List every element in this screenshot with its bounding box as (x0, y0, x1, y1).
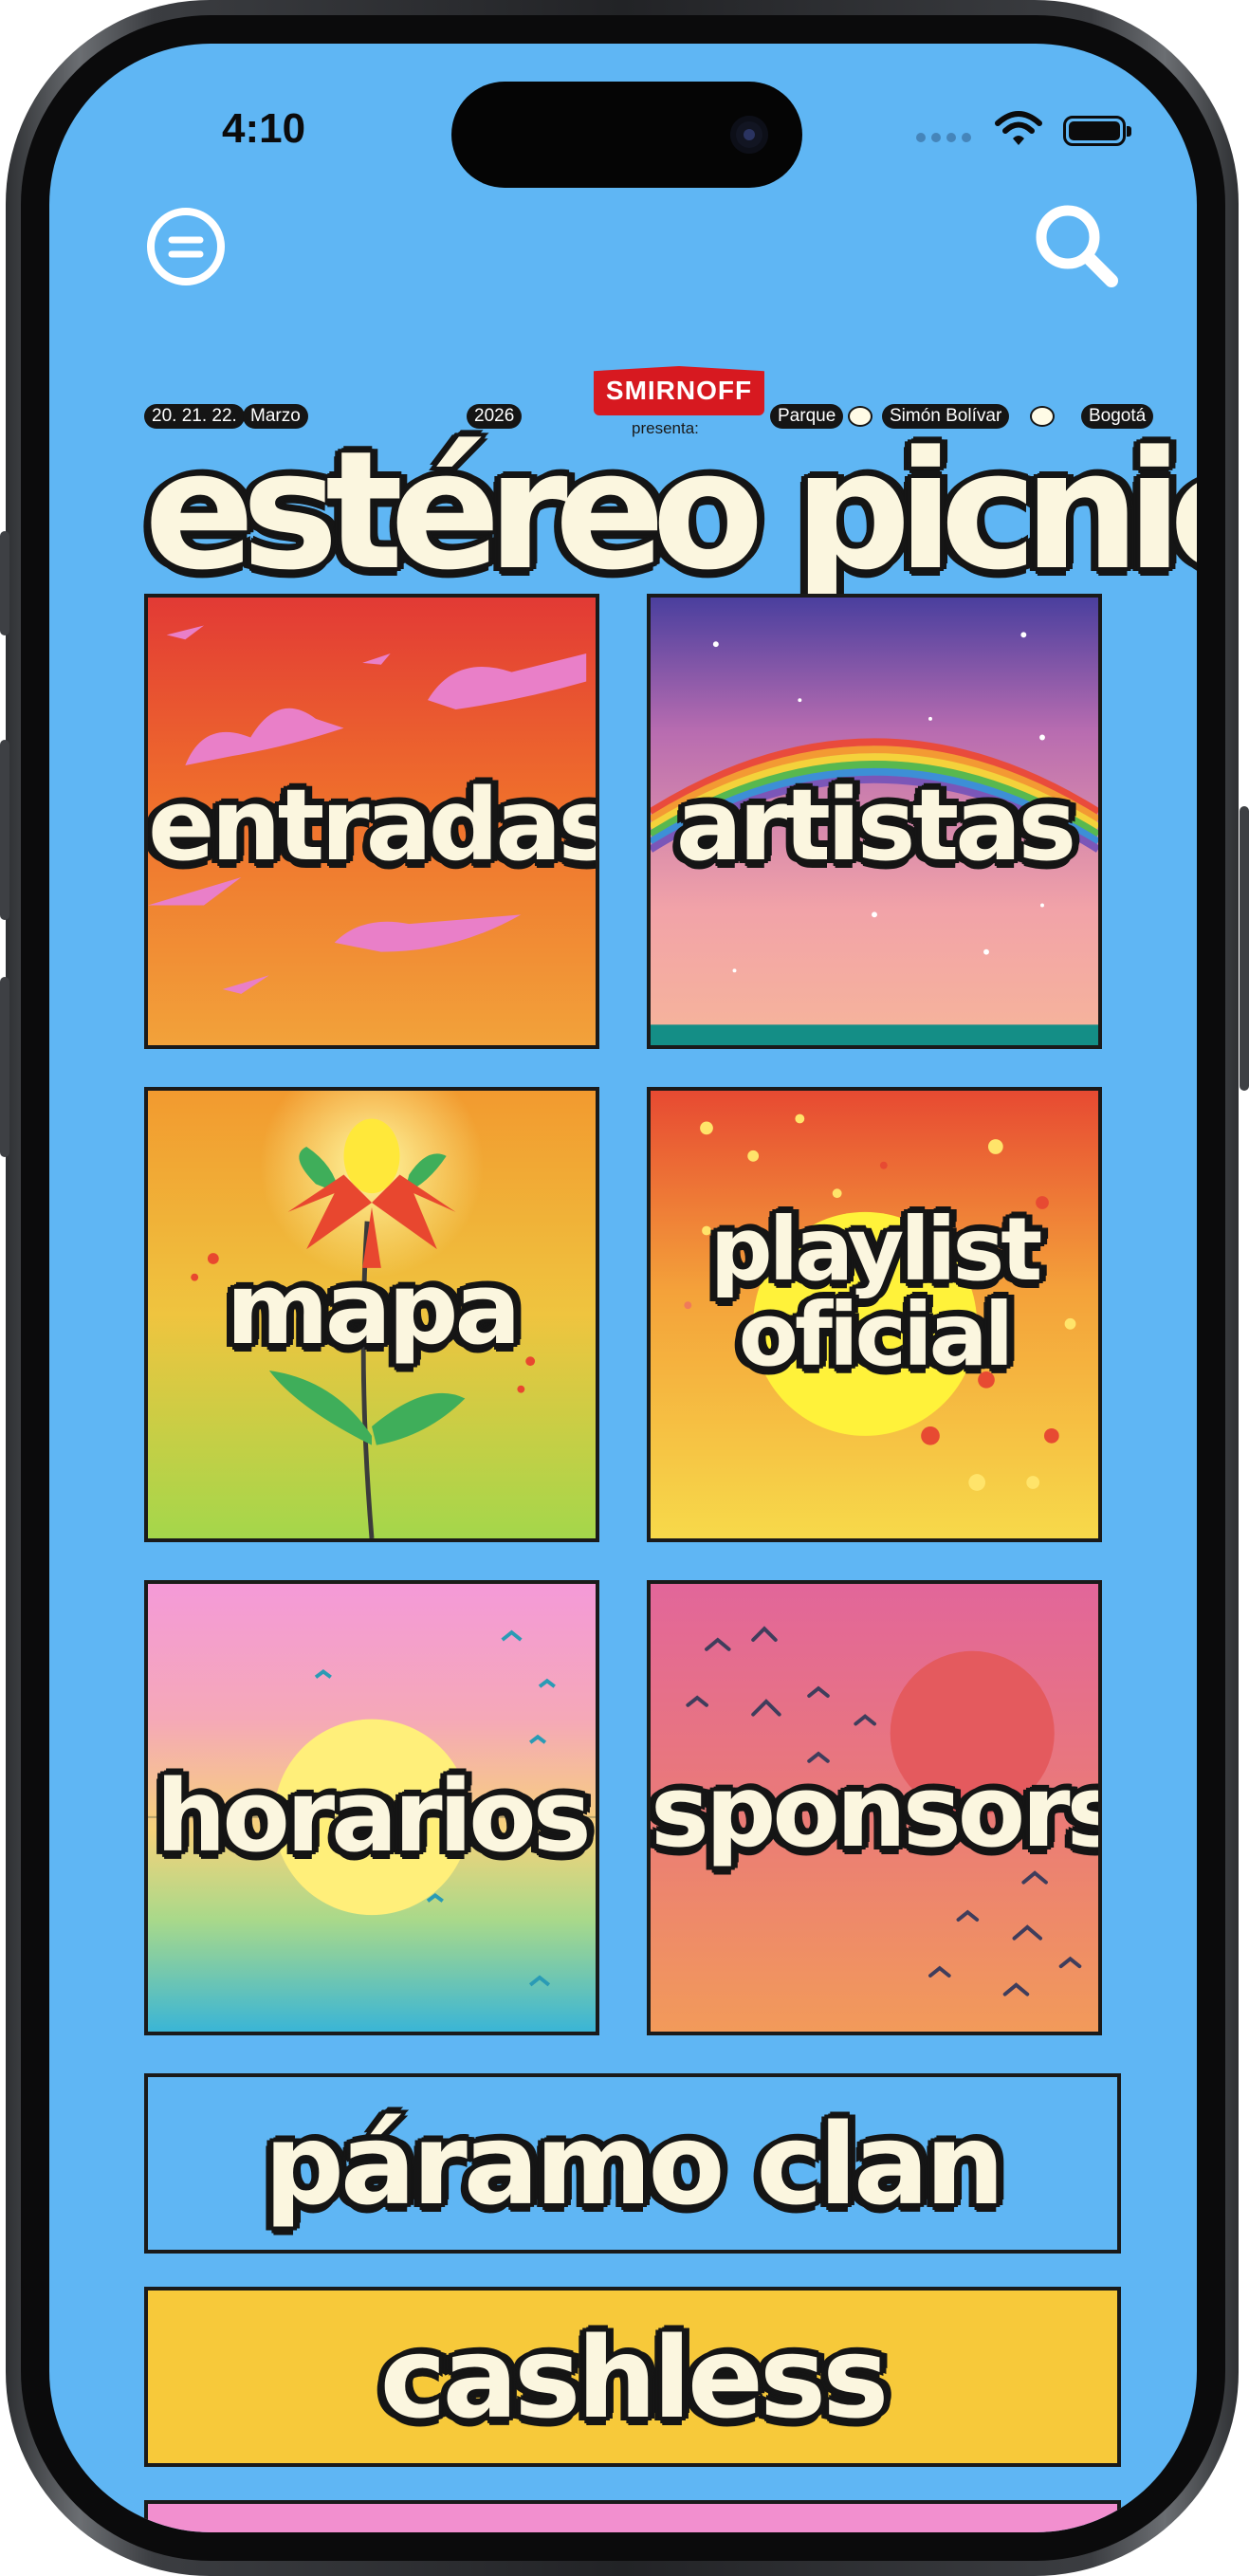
front-camera (730, 116, 768, 154)
cashless-button[interactable]: cashless (144, 2287, 1121, 2467)
side-button-power (1240, 806, 1249, 1091)
sponsor-logo: SMIRNOFF (594, 366, 764, 415)
app-screen: 4:10 20. 21. 22. Marzo 2026 SMIRNOFF pre… (49, 44, 1197, 2532)
tile-horarios[interactable]: horarios (144, 1580, 599, 2035)
tile-label-oficial: oficial (738, 1284, 1014, 1386)
tile-entradas[interactable]: entradas (144, 594, 599, 1049)
menu-icon[interactable] (144, 205, 228, 288)
tile-playlist-oficial[interactable]: playlist oficial (647, 1087, 1102, 1542)
dynamic-island (451, 82, 802, 188)
search-icon[interactable] (1028, 197, 1123, 292)
wifi-icon (995, 111, 1042, 145)
next-section-button[interactable] (144, 2500, 1121, 2532)
tile-label-playlist: playlist (709, 1199, 1042, 1300)
signal-dot-icon (931, 133, 941, 142)
battery-icon (1063, 116, 1131, 146)
paramo-clan-button[interactable]: páramo clan (144, 2073, 1121, 2254)
signal-dot-icon (962, 133, 971, 142)
tile-label-mapa: mapa (226, 1251, 521, 1367)
side-button-action (0, 531, 9, 635)
side-button-volume-up (0, 740, 9, 920)
tile-label-sponsors: sponsors (651, 1754, 1102, 1869)
tile-label-entradas: entradas (148, 767, 599, 883)
paramo-clan-label: páramo clan (264, 2099, 1004, 2230)
tile-artistas[interactable]: artistas (647, 594, 1102, 1049)
tile-label-horarios: horarios (156, 1758, 591, 1874)
side-button-volume-down (0, 977, 9, 1157)
tile-sponsors[interactable]: sponsors (647, 1580, 1102, 2035)
signal-dot-icon (916, 133, 926, 142)
cashless-label: cashless (379, 2312, 890, 2443)
festival-info-row: 20. 21. 22. Marzo 2026 SMIRNOFF presenta… (144, 366, 1154, 437)
signal-dot-icon (946, 133, 956, 142)
status-time: 4:10 (222, 105, 306, 152)
festival-title: estéreo picnic (144, 415, 1197, 606)
tile-label-artistas: artistas (675, 767, 1077, 883)
status-icons (861, 110, 1165, 148)
tile-mapa[interactable]: mapa (144, 1087, 599, 1542)
